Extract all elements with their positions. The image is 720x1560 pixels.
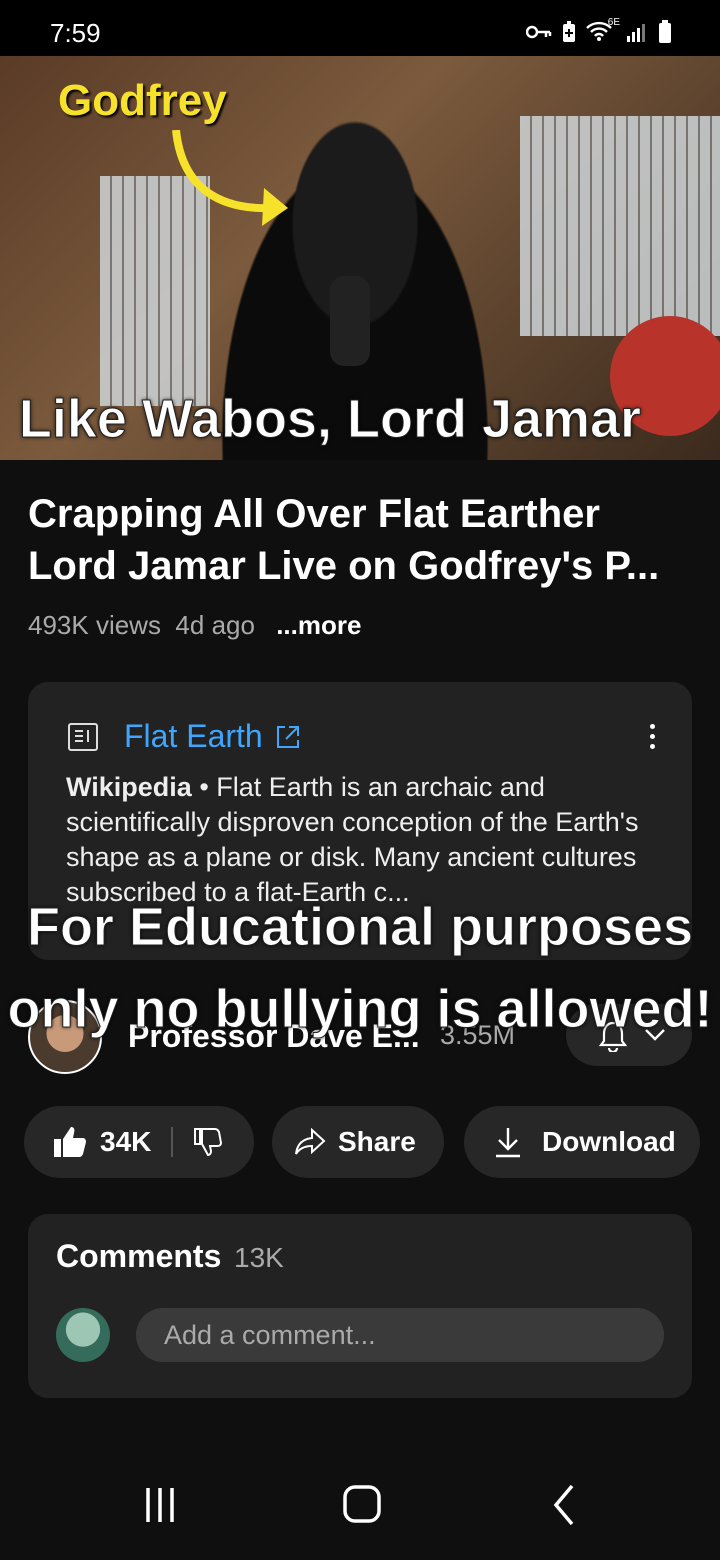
- download-label: Download: [542, 1126, 676, 1157]
- window-right: [520, 116, 720, 336]
- kebab-menu-icon[interactable]: [650, 724, 656, 754]
- signal-icon: [627, 24, 645, 42]
- article-icon: [68, 722, 98, 751]
- more-link[interactable]: ...more: [276, 610, 361, 640]
- vpn-key-icon: [526, 25, 552, 39]
- yellow-arrow-icon: [172, 130, 288, 226]
- system-nav-bar: [0, 1448, 720, 1560]
- action-bar: 34K Share Download: [24, 1106, 720, 1178]
- user-avatar: [56, 1308, 110, 1362]
- view-count: 493K views: [28, 610, 161, 640]
- info-panel-title[interactable]: Flat Earth: [124, 718, 263, 755]
- info-source: Wikipedia: [66, 772, 192, 802]
- video-caption: Like Wabos, Lord Jamar Crashes Out!: [18, 389, 642, 450]
- battery-icon: [659, 20, 671, 43]
- microphone: [330, 276, 370, 366]
- status-time: 7:59: [50, 18, 101, 48]
- home-icon[interactable]: [332, 1478, 392, 1532]
- status-icons: 6E: [526, 17, 672, 44]
- comments-section[interactable]: Comments 13K Add a comment...: [28, 1214, 692, 1398]
- video-title[interactable]: Crapping All Over Flat Earther Lord Jama…: [28, 488, 688, 592]
- wifi-6e-label: 6E: [607, 17, 620, 28]
- add-comment-input[interactable]: Add a comment...: [136, 1308, 664, 1362]
- battery-saver-icon: [563, 21, 575, 42]
- like-divider: [171, 1127, 174, 1157]
- like-dislike-pill: 34K: [24, 1106, 254, 1178]
- status-bar: 7:59 6E: [0, 0, 720, 56]
- wifi-6e-icon: 6E: [586, 17, 620, 43]
- share-label: Share: [338, 1126, 416, 1157]
- like-icon[interactable]: [52, 1125, 88, 1159]
- educational-caption: For Educational purposes only no bullyin…: [7, 897, 713, 1040]
- back-icon[interactable]: [534, 1478, 594, 1532]
- video-name-tag: Godfrey: [58, 76, 227, 125]
- like-count[interactable]: 34K: [100, 1126, 151, 1158]
- video-meta[interactable]: 493K views 4d ago ...more: [28, 610, 361, 641]
- external-link-icon: [276, 725, 299, 748]
- video-player[interactable]: Godfrey Like Wabos, Lord Jamar Crashes O…: [0, 56, 720, 460]
- comments-title: Comments: [56, 1238, 222, 1274]
- download-button[interactable]: Download: [464, 1106, 700, 1178]
- info-separator: •: [199, 772, 209, 802]
- comments-count: 13K: [234, 1242, 284, 1273]
- share-icon: [295, 1128, 326, 1155]
- share-button[interactable]: Share: [272, 1106, 444, 1178]
- dislike-icon[interactable]: [193, 1127, 223, 1157]
- recent-apps-icon[interactable]: [130, 1478, 190, 1532]
- upload-age: 4d ago: [175, 610, 255, 640]
- info-panel-header: Flat Earth: [68, 718, 301, 755]
- download-icon: [496, 1128, 520, 1158]
